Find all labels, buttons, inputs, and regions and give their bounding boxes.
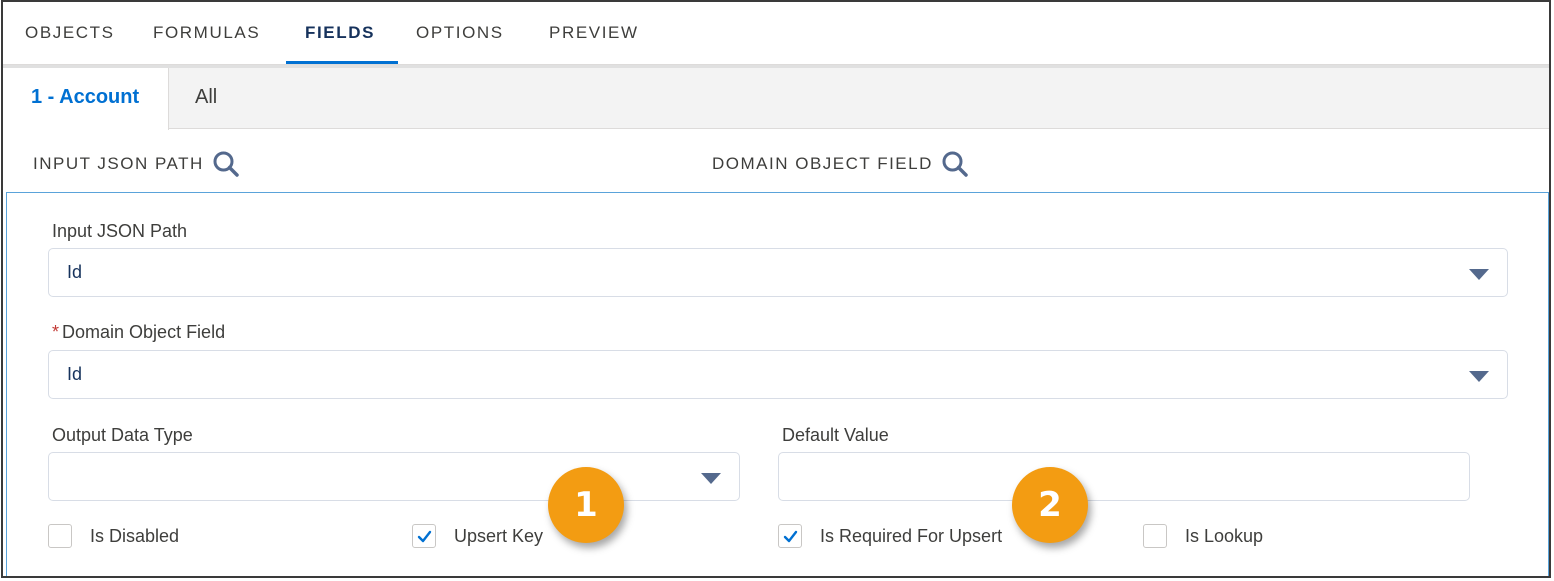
domain-object-field-value: Id [67,364,83,384]
domain-object-field-column-label: DOMAIN OBJECT FIELD [712,154,933,173]
checkbox-unchecked[interactable] [48,524,72,548]
input-json-path-column: INPUT JSON PATH [33,150,240,178]
subtab-account[interactable]: 1 - Account [3,68,169,130]
domain-object-field-label: * Domain Object Field [52,322,225,343]
domain-object-field-label-text: Domain Object Field [62,322,226,342]
search-icon[interactable] [941,150,969,178]
checkbox-unchecked[interactable] [1143,524,1167,548]
object-tab-bar: 1 - Account All [3,65,1549,130]
checkbox-checked[interactable] [778,524,802,548]
is-disabled-label: Is Disabled [90,525,180,546]
mapping-column-header: INPUT JSON PATH DOMAIN OBJECT FIELD [3,130,1549,192]
domain-object-field-select[interactable]: Id [48,350,1508,399]
field-mapping-detail: Input JSON Path Id * Domain Object Field … [6,192,1549,576]
checkbox-checked[interactable] [412,524,436,548]
upsert-key-label: Upsert Key [454,525,544,546]
callout-badge-2: 2 [1012,467,1088,543]
app-frame: OBJECTS FORMULAS FIELDS OPTIONS PREVIEW … [1,0,1551,578]
tab-options[interactable]: OPTIONS [416,2,504,64]
callout-badge-1: 1 [548,467,624,543]
chevron-down-icon [1469,371,1489,382]
input-json-path-value: Id [67,262,83,282]
chevron-down-icon [1469,269,1489,280]
is-required-for-upsert-label: Is Required For Upsert [820,525,1003,546]
input-json-path-select[interactable]: Id [48,248,1508,297]
input-json-path-label: Input JSON Path [52,221,188,241]
default-value-input[interactable] [778,452,1470,501]
search-icon[interactable] [212,150,240,178]
is-required-for-upsert-checkbox[interactable]: Is Required For Upsert [778,524,1002,548]
output-data-type-label: Output Data Type [52,425,193,445]
tab-formulas[interactable]: FORMULAS [153,2,260,64]
tab-fields[interactable]: FIELDS [286,2,398,64]
input-json-path-column-label: INPUT JSON PATH [33,154,204,173]
upsert-key-checkbox[interactable]: Upsert Key [412,524,543,548]
default-value-label: Default Value [782,425,889,445]
is-lookup-label: Is Lookup [1185,525,1264,546]
domain-object-field-column: DOMAIN OBJECT FIELD [712,150,969,178]
is-lookup-checkbox[interactable]: Is Lookup [1143,524,1263,548]
tab-objects[interactable]: OBJECTS [25,2,115,64]
checkmark-icon [417,530,432,543]
top-tab-bar: OBJECTS FORMULAS FIELDS OPTIONS PREVIEW [3,2,1549,65]
output-data-type-select[interactable] [48,452,740,501]
is-disabled-checkbox[interactable]: Is Disabled [48,524,179,548]
checkmark-icon [783,530,798,543]
required-marker: * [52,322,60,342]
chevron-down-icon [701,473,721,484]
tab-preview[interactable]: PREVIEW [549,2,639,64]
subtab-all[interactable]: All [195,68,217,129]
